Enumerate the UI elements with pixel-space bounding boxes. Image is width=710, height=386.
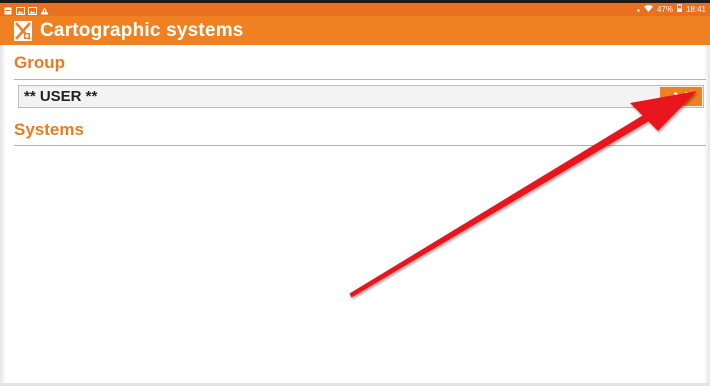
left-edge-shadow xyxy=(0,45,6,386)
clock: 18:41 xyxy=(685,5,706,14)
status-right-info: 47% 18:41 xyxy=(637,3,706,16)
page-title: Cartographic systems xyxy=(40,19,244,41)
group-select[interactable]: ** USER ** xyxy=(18,85,704,108)
dot-icon xyxy=(637,3,640,16)
group-dropdown-button[interactable] xyxy=(660,87,702,106)
battery-percent: 47% xyxy=(656,5,673,14)
chevron-down-icon xyxy=(674,92,688,101)
app-logo-icon xyxy=(14,20,32,41)
systems-heading: Systems xyxy=(14,120,84,139)
group-divider xyxy=(14,79,706,80)
photo-icon xyxy=(16,6,25,15)
battery-icon xyxy=(677,3,682,16)
status-left-icons xyxy=(4,3,49,16)
main-content: Group ** USER ** Systems xyxy=(0,45,710,386)
warning-icon xyxy=(40,6,49,14)
app-bar: Cartographic systems xyxy=(0,16,710,45)
group-selected-value: ** USER ** xyxy=(24,88,98,105)
photo-icon xyxy=(28,6,37,15)
notification-icon xyxy=(4,6,12,14)
status-bar: 47% 18:41 xyxy=(0,0,710,16)
systems-divider xyxy=(14,145,706,146)
wifi-icon xyxy=(643,3,653,16)
systems-list xyxy=(14,147,706,377)
group-heading: Group xyxy=(14,53,65,72)
